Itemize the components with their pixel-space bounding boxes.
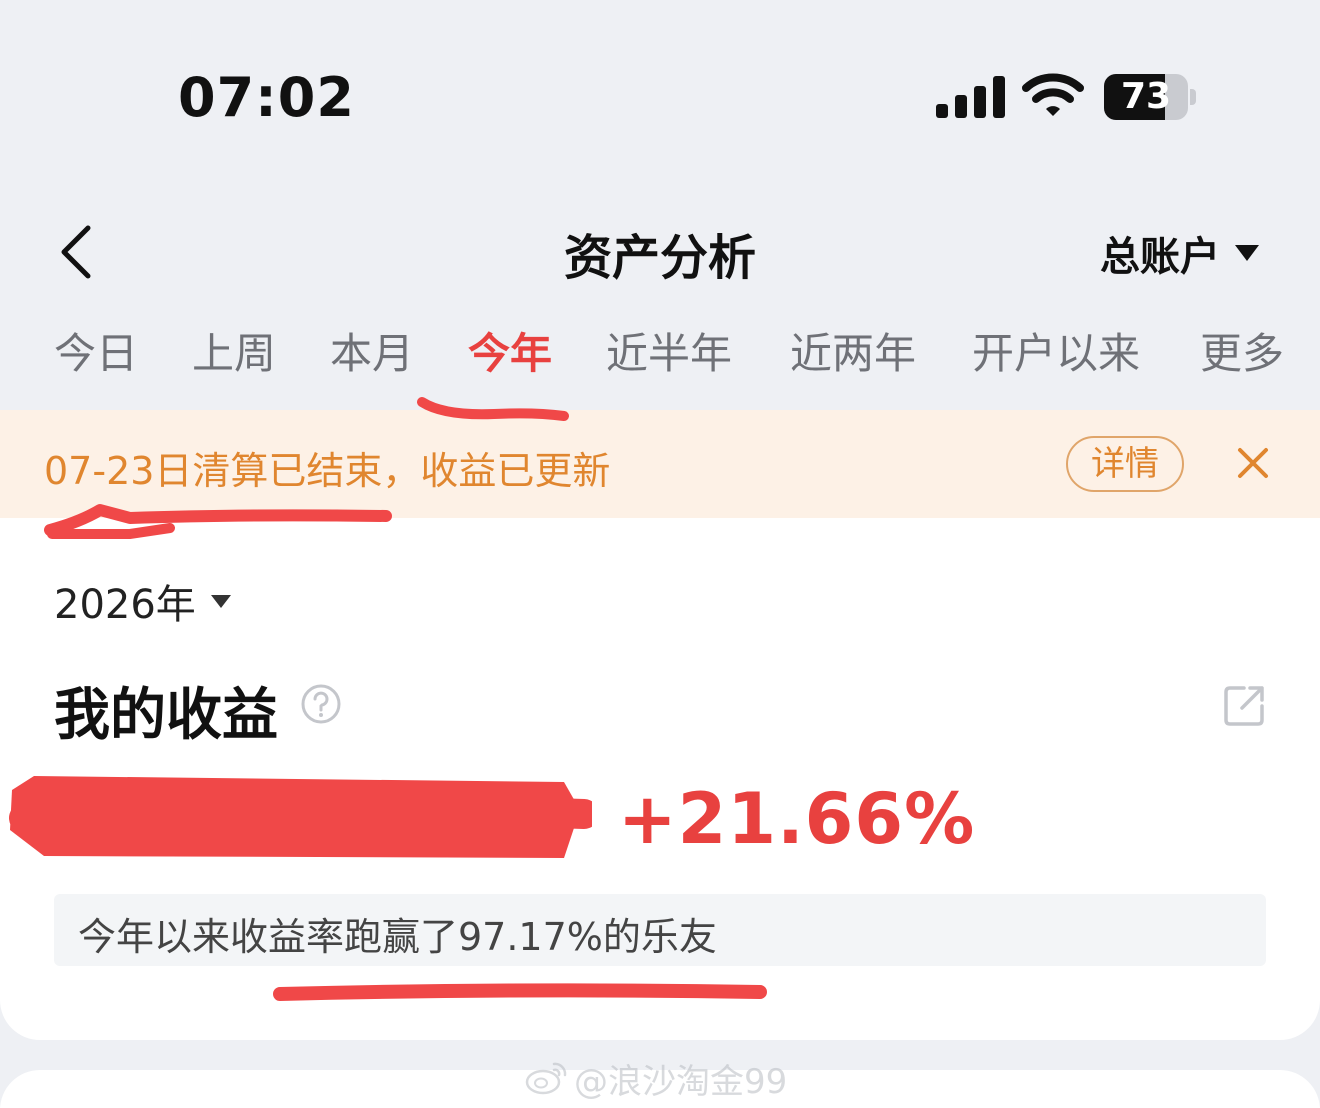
- notice-text: 07-23日清算已结束，收益已更新: [44, 449, 611, 493]
- help-icon[interactable]: [300, 683, 342, 725]
- chevron-left-icon[interactable]: [56, 222, 96, 282]
- ranking-text: 今年以来收益率跑赢了97.17%的乐友: [78, 915, 717, 959]
- wifi-icon: [1022, 73, 1084, 116]
- signal-icon: [936, 76, 1005, 118]
- triangle-down-icon: [1235, 245, 1259, 261]
- year-selector[interactable]: 2026年: [54, 574, 232, 628]
- watermark-text: @浪沙淘金99: [574, 1061, 788, 1102]
- tab-since-opening[interactable]: 开户以来: [972, 322, 1140, 386]
- battery-icon: 73: [1104, 74, 1196, 120]
- redacted-amount-mark: [9, 776, 592, 858]
- asset-analysis-screen: 07:02 73 资产分析 总账户 今日 上周 本月 今年 近半年 近两年 开户…: [0, 0, 1320, 1108]
- tab-this-month[interactable]: 本月: [330, 322, 414, 386]
- close-icon[interactable]: [1236, 446, 1270, 480]
- tab-last-week[interactable]: 上周: [192, 322, 276, 386]
- share-icon[interactable]: [1222, 682, 1268, 728]
- watermark: @浪沙淘金99: [524, 1056, 788, 1102]
- tab-more[interactable]: 更多: [1200, 322, 1284, 386]
- return-rate: +21.66%: [618, 778, 976, 860]
- triangle-down-icon: [210, 595, 231, 608]
- battery-level: 73: [1120, 76, 1172, 117]
- tab-half-year[interactable]: 近半年: [606, 322, 732, 386]
- battery-body: 73: [1104, 74, 1188, 120]
- account-label: 总账户: [1100, 234, 1220, 280]
- ranking-box: 今年以来收益率跑赢了97.17%的乐友: [54, 894, 1266, 966]
- tab-this-year[interactable]: 今年: [468, 322, 552, 386]
- status-time: 07:02: [178, 66, 355, 129]
- detail-button[interactable]: 详情: [1066, 436, 1184, 492]
- tab-today[interactable]: 今日: [54, 322, 138, 386]
- settlement-notice: 07-23日清算已结束，收益已更新 详情: [0, 410, 1320, 518]
- tab-two-years[interactable]: 近两年: [790, 322, 916, 386]
- account-selector[interactable]: 总账户: [1100, 226, 1260, 280]
- weibo-logo-icon: [525, 1062, 567, 1095]
- status-bar: 07:02 73: [0, 0, 1320, 190]
- battery-cap: [1190, 89, 1196, 105]
- period-tabs: 今日 上周 本月 今年 近半年 近两年 开户以来 更多: [0, 322, 1320, 392]
- section-title: 我的收益: [54, 683, 278, 748]
- year-label: 2026年: [54, 582, 196, 628]
